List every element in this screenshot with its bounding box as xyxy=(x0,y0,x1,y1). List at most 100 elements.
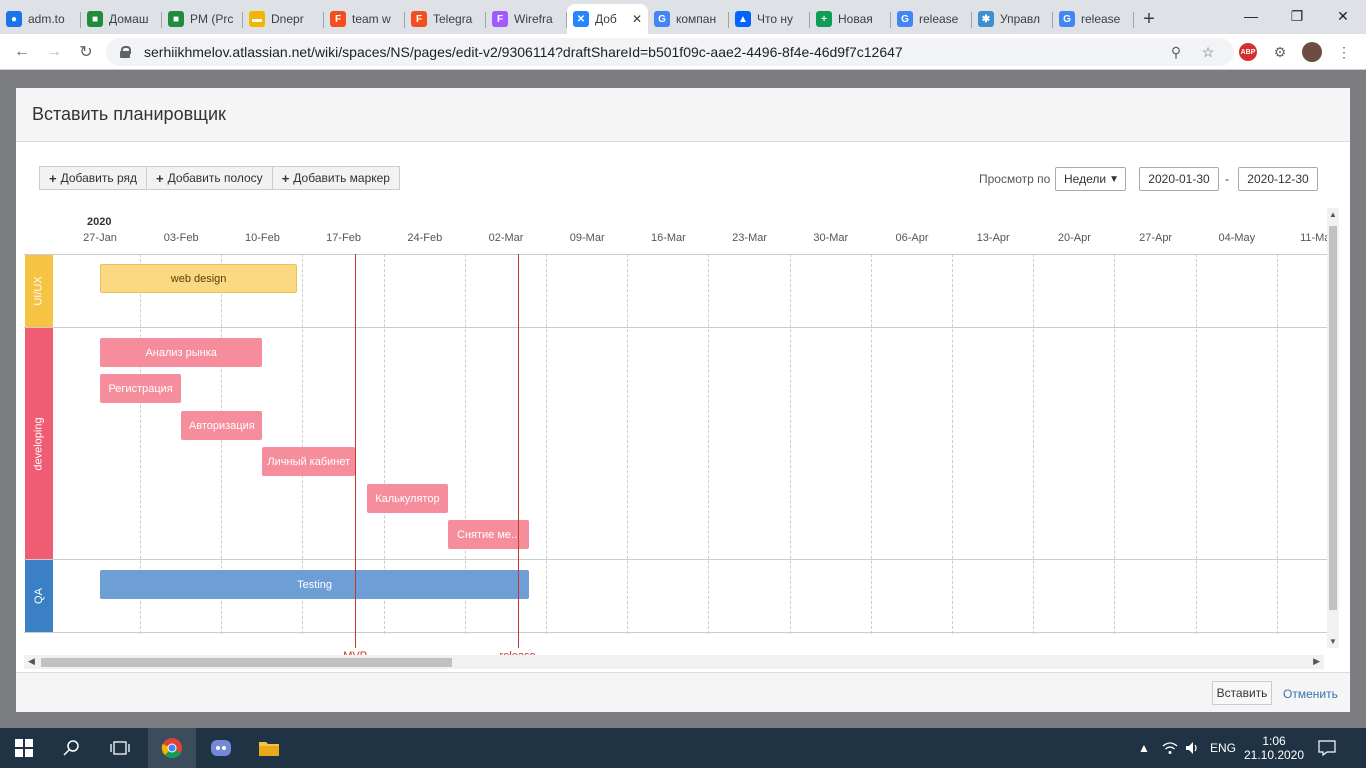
forward-icon[interactable]: → xyxy=(40,38,68,66)
lane-label[interactable]: UI/UX xyxy=(25,255,53,327)
bar-title: Личный кабинет xyxy=(267,455,351,468)
grid-line xyxy=(952,254,953,634)
language-indicator[interactable]: ENG xyxy=(1210,728,1236,768)
lane-border xyxy=(24,559,1332,560)
slides-icon: ▬ xyxy=(249,11,265,27)
classroom-icon: ■ xyxy=(168,11,184,27)
site-icon: ● xyxy=(6,11,22,27)
plus-icon: + xyxy=(156,170,164,186)
browser-tab[interactable]: F Telegra xyxy=(405,4,486,34)
browser-tab[interactable]: F Wirefra xyxy=(486,4,567,34)
start-date-input[interactable]: 2020-01-30 xyxy=(1139,167,1219,191)
tab-title: release xyxy=(919,12,959,26)
wifi-icon[interactable] xyxy=(1162,728,1178,768)
browser-tab[interactable]: Fteam w xyxy=(324,4,405,34)
add-bar-button[interactable]: + Добавить полосу xyxy=(146,166,273,190)
url-text: serhiikhmelov.atlassian.net/wiki/spaces/… xyxy=(144,44,903,60)
task-view-icon[interactable] xyxy=(96,728,144,768)
end-date-input[interactable]: 2020-12-30 xyxy=(1238,167,1318,191)
cancel-link[interactable]: Отменить xyxy=(1283,687,1338,701)
horizontal-scrollbar[interactable]: ◀ ▶ xyxy=(24,655,1324,669)
profile-avatar[interactable] xyxy=(1299,38,1325,66)
browser-tab[interactable]: ▲ Что ну xyxy=(729,4,810,34)
timeline-bar[interactable]: Testing xyxy=(100,570,530,599)
timeline-bar[interactable]: web design xyxy=(100,264,298,293)
reload-icon[interactable]: ↻ xyxy=(72,38,100,66)
timeline-bar[interactable]: Авторизация xyxy=(181,411,263,440)
timeline-bar[interactable]: Анализ рынка xyxy=(100,338,263,367)
browser-tab[interactable]: ✕ Доб ✕ xyxy=(567,4,648,34)
timeline-bar[interactable]: Регистрация xyxy=(100,374,182,403)
clock-time: 1:06 xyxy=(1262,734,1286,748)
lane-label[interactable]: QA xyxy=(25,560,53,632)
scrollbar-thumb[interactable] xyxy=(41,658,452,667)
grid-line xyxy=(708,254,710,634)
volume-icon[interactable] xyxy=(1185,728,1201,768)
zoom-icon[interactable]: ⚲ xyxy=(1163,38,1189,66)
scroll-down-icon[interactable]: ▼ xyxy=(1327,637,1339,646)
browser-tab[interactable]: Grelease xyxy=(891,4,972,34)
new-tab-icon[interactable]: + xyxy=(1134,4,1164,34)
restore-icon[interactable]: ❐ xyxy=(1274,0,1320,32)
lane-name: UI/UX xyxy=(33,276,45,306)
extensions-icon[interactable]: ⚙ xyxy=(1267,38,1293,66)
tab-title: team w xyxy=(352,12,391,26)
back-icon[interactable]: ← xyxy=(8,38,36,66)
add-marker-button[interactable]: + Добавить маркер xyxy=(271,166,400,190)
scrollbar-thumb[interactable] xyxy=(1329,226,1337,610)
milestone-marker[interactable] xyxy=(517,254,519,648)
lane-border xyxy=(24,632,1332,633)
menu-icon[interactable]: ⋮ xyxy=(1331,38,1357,66)
show-hidden-icons-icon[interactable]: ▲ xyxy=(1138,728,1150,768)
dialog-footer: Вставить Отменить xyxy=(16,672,1350,712)
week-label: 02-Mar xyxy=(488,232,524,244)
chrome-icon[interactable] xyxy=(148,728,196,768)
gear-icon: ✱ xyxy=(978,11,994,27)
clock[interactable]: 1:06 21.10.2020 xyxy=(1244,728,1304,768)
search-icon[interactable] xyxy=(48,728,96,768)
adblock-icon[interactable]: ABP xyxy=(1235,38,1261,66)
milestone-marker[interactable] xyxy=(355,254,357,648)
google-icon: G xyxy=(1059,11,1075,27)
scroll-right-icon[interactable]: ▶ xyxy=(1313,656,1320,667)
close-window-icon[interactable]: ✕ xyxy=(1320,0,1366,32)
browser-tab[interactable]: ● adm.to xyxy=(0,4,81,34)
timeline-bar[interactable]: Калькулятор xyxy=(366,484,448,513)
tab-title: Новая xyxy=(838,12,873,26)
scroll-up-icon[interactable]: ▲ xyxy=(1327,210,1339,219)
browser-tab[interactable]: ■ Домаш xyxy=(81,4,162,34)
bar-title: Калькулятор xyxy=(375,492,440,505)
chevron-down-icon: ▼ xyxy=(1109,174,1119,185)
plus-icon: + xyxy=(281,170,290,186)
discord-icon[interactable] xyxy=(197,728,245,768)
browser-tab[interactable]: ■ PM (Prc xyxy=(162,4,243,34)
browser-tab[interactable]: ✱ Управл xyxy=(972,4,1053,34)
add-row-button[interactable]: + Добавить ряд xyxy=(39,166,147,190)
browser-toolbar: ← → ↻ serhiikhmelov.atlassian.net/wiki/s… xyxy=(0,34,1366,70)
bookmark-star-icon[interactable]: ☆ xyxy=(1195,38,1221,66)
lane-name: QA xyxy=(33,588,45,604)
address-bar[interactable]: serhiikhmelov.atlassian.net/wiki/spaces/… xyxy=(106,38,1234,66)
browser-tab[interactable]: ▬ Dnepr xyxy=(243,4,324,34)
vertical-scrollbar[interactable]: ▲ ▼ xyxy=(1327,208,1339,648)
browser-tab[interactable]: Grelease xyxy=(1053,4,1134,34)
browser-tab[interactable]: Gкомпан xyxy=(648,4,729,34)
week-label: 24-Feb xyxy=(407,232,443,244)
week-label: 04-May xyxy=(1218,232,1256,244)
file-explorer-icon[interactable] xyxy=(245,728,293,768)
clock-date: 21.10.2020 xyxy=(1243,748,1305,762)
insert-button[interactable]: Вставить xyxy=(1212,681,1272,705)
lane-label[interactable]: developing xyxy=(25,328,53,559)
view-by-select[interactable]: Недели ▼ xyxy=(1055,167,1126,191)
timeline-bar[interactable]: Личный кабинет xyxy=(262,447,356,476)
browser-tab[interactable]: + Новая xyxy=(810,4,891,34)
windows-start-icon[interactable] xyxy=(0,728,48,768)
close-tab-icon[interactable]: ✕ xyxy=(632,12,642,26)
notifications-icon[interactable] xyxy=(1318,728,1336,768)
minimize-icon[interactable]: — xyxy=(1228,0,1274,32)
scroll-left-icon[interactable]: ◀ xyxy=(28,656,35,667)
dialog-header: Вставить планировщик xyxy=(16,88,1350,142)
confluence-icon: ✕ xyxy=(573,11,589,27)
planner-timeline[interactable]: 2020 27-Jan 03-Feb 10-Feb 17-Feb 24-Feb 02-Ma… xyxy=(24,208,1332,672)
figma-icon: F xyxy=(492,11,508,27)
